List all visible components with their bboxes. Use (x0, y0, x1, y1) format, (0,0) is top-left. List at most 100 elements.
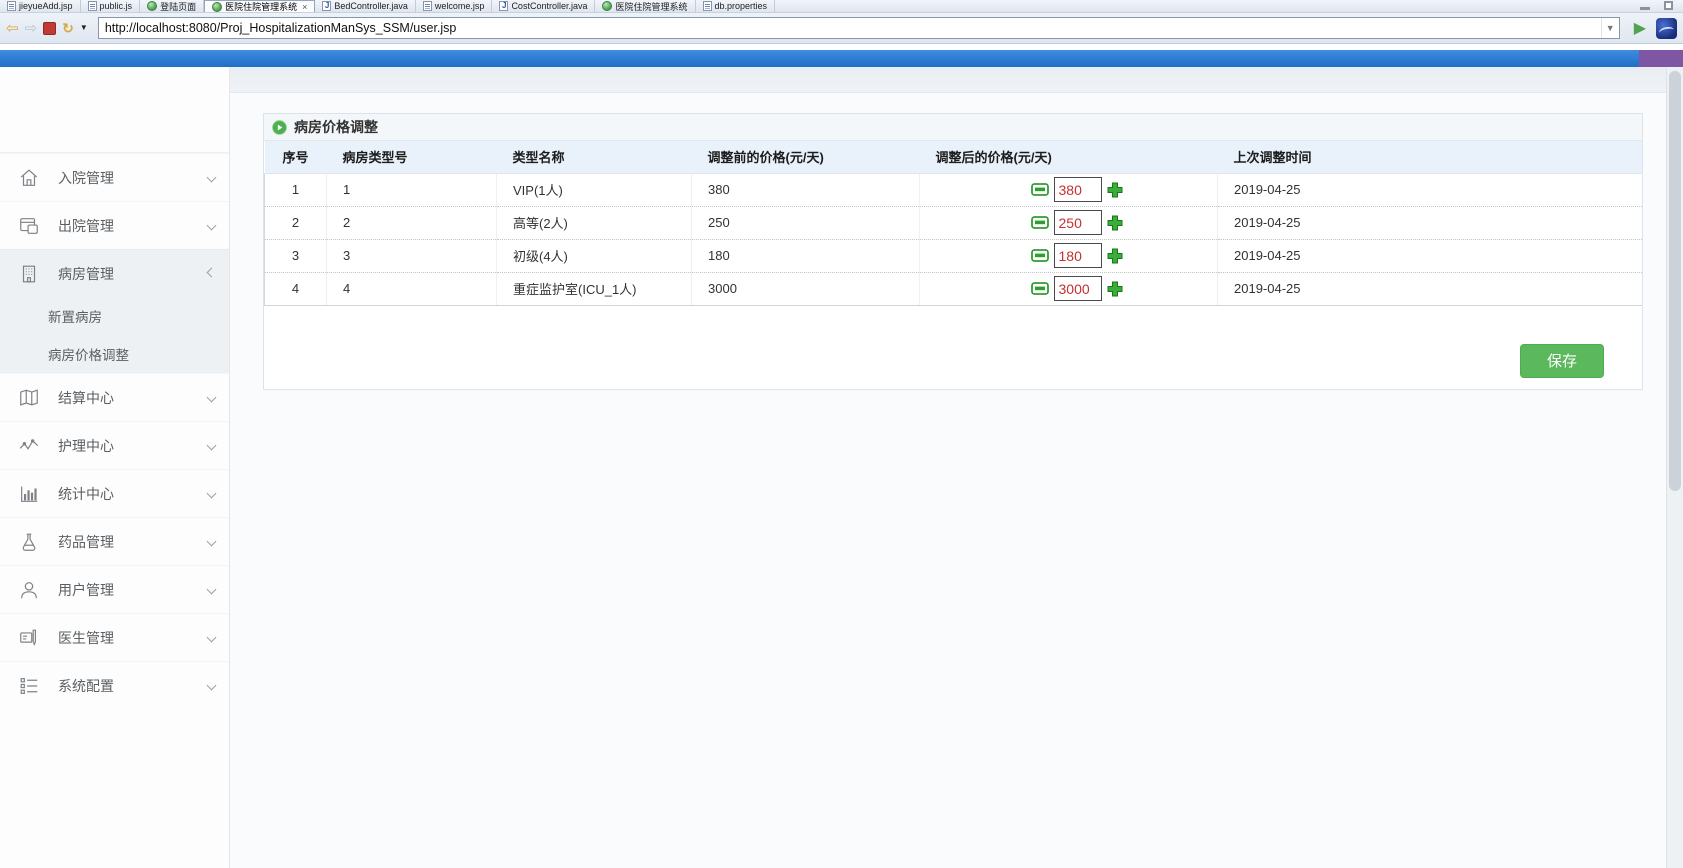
eclipse-browser-icon[interactable] (1656, 17, 1677, 39)
new-price-input[interactable] (1053, 243, 1102, 268)
url-input[interactable] (98, 21, 1601, 35)
go-icon[interactable]: ▶ (1634, 18, 1646, 38)
refresh-icon[interactable]: ↻ (62, 21, 74, 35)
sidebar-item-admission[interactable]: 入院管理 (0, 153, 229, 201)
sidebar-subitem-label: 病房价格调整 (48, 348, 129, 363)
decrease-price-icon[interactable] (1030, 216, 1049, 229)
jsp-file-icon (422, 1, 432, 11)
forward-icon[interactable]: ⇨ (25, 21, 38, 36)
minimize-icon[interactable] (1640, 7, 1650, 10)
book-map-icon (20, 388, 38, 406)
tab-label: BedController.java (334, 1, 408, 11)
sidebar-subitem-label: 新置病房 (48, 310, 102, 325)
save-button[interactable]: 保存 (1520, 343, 1604, 378)
sidebar-item-doctors[interactable]: 医生管理 (0, 613, 229, 661)
chevron-left-icon (206, 172, 217, 183)
tab-label: 医院住院管理系统 (615, 1, 688, 12)
tab-welcome-jsp[interactable]: welcome.jsp (416, 0, 493, 12)
sidebar-item-label: 出院管理 (58, 217, 114, 234)
web-page-icon (212, 1, 223, 12)
tab-label: db.properties (714, 1, 768, 11)
cell-date: 2019-04-25 (1217, 239, 1642, 273)
editor-tab-bar: jieyueAdd.jsp public.js 登陆页面 医院住院管理系统 × … (0, 0, 1683, 13)
tab-label: public.js (99, 1, 133, 11)
sidebar-item-ward-management[interactable]: 病房管理 (0, 249, 229, 297)
decrease-price-icon[interactable] (1030, 249, 1049, 262)
new-price-input[interactable] (1053, 177, 1102, 202)
tab-public-js[interactable]: public.js (81, 0, 141, 12)
sidebar-item-system-config[interactable]: 系统配置 (0, 661, 229, 709)
chevron-left-icon (206, 488, 217, 499)
panel-footer: 保存 (264, 306, 1642, 389)
tab-jieyueadd-jsp[interactable]: jieyueAdd.jsp (0, 0, 81, 12)
url-bar: ▼ (97, 17, 1620, 39)
cell-date: 2019-04-25 (1217, 272, 1642, 306)
chevron-left-icon (206, 440, 217, 451)
col-header-date: 上次调整时间 (1217, 141, 1642, 174)
tab-label: welcome.jsp (434, 1, 485, 11)
sidebar-item-label: 入院管理 (58, 169, 114, 186)
new-price-input[interactable] (1053, 276, 1102, 301)
cell-type-id: 1 (326, 173, 497, 207)
web-page-icon (147, 1, 158, 11)
col-header-new-price: 调整后的价格(元/天) (919, 141, 1218, 174)
sidebar-item-discharge[interactable]: 出院管理 (0, 201, 229, 249)
cell-old-price: 180 (691, 239, 920, 273)
stop-icon[interactable] (43, 21, 57, 35)
decrease-price-icon[interactable] (1030, 282, 1049, 295)
chevron-left-icon (206, 220, 217, 231)
sidebar-menu: 入院管理 出院管理 病房管理 新置病房 病房价格调整 结算中心 护理中心 统计中… (0, 152, 229, 709)
browser-toolbar: ⇦ ⇨ ↻ ▼ ▼ ▶ (0, 13, 1683, 44)
chevron-down-icon (206, 267, 217, 277)
cell-date: 2019-04-25 (1217, 173, 1642, 207)
tab-label: jieyueAdd.jsp (19, 1, 73, 11)
sidebar-item-users[interactable]: 用户管理 (0, 565, 229, 613)
scrollbar-thumb[interactable] (1669, 71, 1681, 491)
tab-db-properties[interactable]: db.properties (696, 0, 776, 12)
cell-old-price: 3000 (691, 272, 920, 306)
increase-price-icon[interactable] (1107, 215, 1123, 231)
js-file-icon (87, 1, 97, 11)
sidebar-subitem-ward-price-adjust[interactable]: 病房价格调整 (0, 335, 229, 373)
table-row: 3 3 初级(4人) 180 2019-04-25 (264, 239, 1642, 273)
tab-login-page[interactable]: 登陆页面 (140, 0, 205, 12)
sidebar-item-medicine[interactable]: 药品管理 (0, 517, 229, 565)
back-icon[interactable]: ⇦ (6, 21, 19, 36)
green-play-icon (272, 119, 287, 135)
sidebar-item-settlement[interactable]: 结算中心 (0, 373, 229, 421)
tab-costcontroller-java[interactable]: CostController.java (492, 0, 596, 12)
new-price-input[interactable] (1053, 210, 1102, 235)
col-header-num: 序号 (264, 141, 327, 174)
panel-header: 病房价格调整 (264, 114, 1642, 141)
chevron-left-icon (206, 632, 217, 643)
java-file-icon (322, 1, 332, 11)
chevron-left-icon (206, 584, 217, 595)
vertical-scrollbar[interactable] (1666, 67, 1683, 868)
user-icon (21, 581, 37, 598)
col-header-old-price: 调整前的价格(元/天) (691, 141, 920, 174)
tab-hospital-system-active[interactable]: 医院住院管理系统 × (204, 0, 316, 12)
increase-price-icon[interactable] (1107, 248, 1123, 264)
tab-close-icon[interactable]: × (302, 2, 307, 12)
toolbar-dropdown-icon[interactable]: ▼ (80, 24, 88, 32)
increase-price-icon[interactable] (1107, 182, 1123, 198)
discharge-icon (20, 217, 38, 234)
page-top-navbar (0, 50, 1683, 67)
sidebar-item-nursing[interactable]: 护理中心 (0, 421, 229, 469)
url-dropdown-icon[interactable]: ▼ (1600, 18, 1619, 38)
cell-num: 1 (264, 173, 327, 207)
cell-date: 2019-04-25 (1217, 206, 1642, 240)
sidebar-item-label: 用户管理 (58, 581, 114, 598)
web-page-icon (602, 1, 613, 11)
decrease-price-icon[interactable] (1030, 183, 1049, 196)
maximize-icon[interactable] (1664, 1, 1673, 10)
tab-hospital-system-2[interactable]: 医院住院管理系统 (595, 0, 696, 12)
tab-bedcontroller-java[interactable]: BedController.java (315, 0, 416, 12)
increase-price-icon[interactable] (1107, 281, 1123, 297)
sidebar-item-statistics[interactable]: 统计中心 (0, 469, 229, 517)
tab-label: CostController.java (511, 1, 588, 11)
cell-num: 4 (264, 272, 327, 306)
bar-chart-icon (21, 486, 38, 502)
page-title: 病房价格调整 (294, 119, 378, 135)
sidebar-subitem-new-ward[interactable]: 新置病房 (0, 297, 229, 335)
